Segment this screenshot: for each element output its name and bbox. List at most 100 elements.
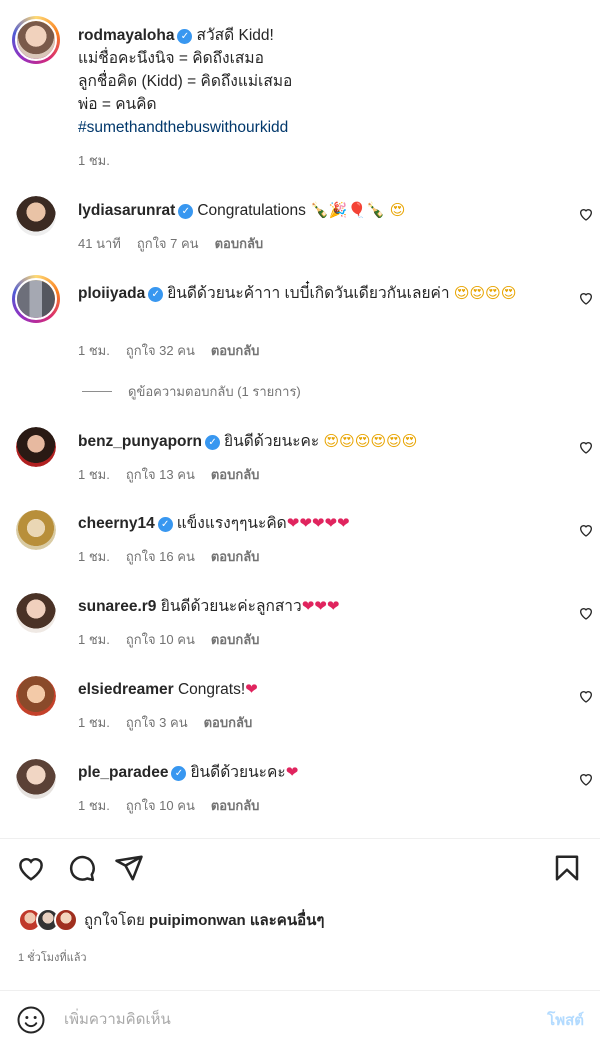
comment-likes[interactable]: ถูกใจ 16 คน: [126, 549, 195, 564]
comment-likes[interactable]: ถูกใจ 32 คน: [126, 343, 195, 358]
comment-emoji: 😍😍😍😍😍😍: [323, 432, 418, 450]
caption-time: 1 ชม.: [78, 153, 110, 168]
reply-button[interactable]: ตอบกลับ: [211, 632, 260, 647]
caption-line: สวัสดี Kidd!: [196, 27, 274, 44]
comment-text: แข็งแรงๆๆนะคิด: [176, 515, 287, 532]
comment-emoji: ❤: [245, 680, 258, 698]
comment-like-icon[interactable]: [578, 688, 594, 704]
caption-line: ลูกชื่อคิด (Kidd) = คิดถึงแม่เสมอ: [78, 73, 293, 90]
verified-icon: ✓: [171, 766, 187, 781]
avatar[interactable]: [16, 510, 56, 550]
comment-like-icon[interactable]: [578, 439, 594, 455]
caption-hashtag[interactable]: #sumethandthebuswithourkidd: [78, 119, 288, 136]
comment-username[interactable]: sunaree.r9: [78, 598, 156, 615]
liked-by-user[interactable]: puipimonwan: [149, 912, 246, 929]
avatar[interactable]: [16, 427, 56, 467]
reply-button[interactable]: ตอบกลับ: [211, 467, 260, 482]
comment-meta: 1 ชม. ถูกใจ 3 คน ตอบกลับ: [78, 712, 268, 733]
liker-avatars: [18, 906, 80, 934]
comment-username[interactable]: cheerny14: [78, 515, 155, 532]
comment-text: ยินดีด้วยนะค้าาา เบบี๋เกิดวันเดียวกันเลย…: [167, 285, 454, 302]
post-timestamp: 1 ชั่วโมงที่แล้ว: [18, 952, 87, 964]
liked-by-others[interactable]: และคนอื่นๆ: [250, 912, 325, 929]
verified-icon: ✓: [177, 29, 193, 44]
comment-emoji: 🍾🎉🎈🍾 😍: [310, 201, 406, 219]
caption-username[interactable]: rodmayaloha: [78, 27, 174, 44]
avatar[interactable]: [16, 676, 56, 716]
comment-like-icon[interactable]: [578, 605, 594, 621]
avatar[interactable]: [16, 593, 56, 633]
comment-emoji: ❤❤❤❤❤: [286, 514, 350, 532]
heart-icon[interactable]: [16, 853, 50, 887]
comment-meta: 1 ชม. ถูกใจ 16 คน ตอบกลับ: [78, 546, 275, 567]
post-caption: rodmayaloha ✓ สวัสดี Kidd! แม่ชื่อคะนึงนิจ…: [78, 24, 552, 139]
reply-button[interactable]: ตอบกลับ: [211, 798, 260, 813]
comment-time: 1 ชม.: [78, 632, 110, 647]
post-actions: [14, 853, 586, 887]
comment-likes[interactable]: ถูกใจ 13 คน: [126, 467, 195, 482]
comment-like-icon[interactable]: [578, 290, 594, 306]
comment-like-icon[interactable]: [578, 206, 594, 222]
verified-icon: ✓: [205, 435, 221, 450]
comment-like-icon[interactable]: [578, 771, 594, 787]
reply-button[interactable]: ตอบกลับ: [211, 549, 260, 564]
share-icon[interactable]: [114, 853, 148, 887]
author-avatar[interactable]: [12, 16, 60, 64]
verified-icon: ✓: [148, 287, 164, 302]
comment-meta: 1 ชม. ถูกใจ 10 คน ตอบกลับ: [78, 795, 275, 816]
comment-username[interactable]: elsiedreamer: [78, 681, 174, 698]
comment-time: 41 นาที: [78, 236, 121, 251]
caption-meta: 1 ชม.: [78, 150, 126, 171]
caption-line: พ่อ = คนคิด: [78, 96, 157, 113]
avatar[interactable]: [12, 275, 60, 323]
avatar[interactable]: [16, 759, 56, 799]
comment-emoji: ❤: [285, 763, 299, 781]
comment-input[interactable]: [64, 1007, 504, 1031]
comment-item: elsiedreamer Congrats!❤: [78, 678, 552, 701]
comment-item: benz_punyaporn ✓ ยินดีด้วยนะคะ 😍😍😍😍😍😍: [78, 430, 552, 453]
comment-likes[interactable]: ถูกใจ 10 คน: [126, 632, 195, 647]
comment-composer: โพสต์: [0, 990, 600, 1046]
comment-item: ple_paradee ✓ ยินดีด้วยนะคะ❤: [78, 761, 552, 784]
comment-text: Congratulations: [197, 202, 311, 219]
verified-icon: ✓: [178, 204, 194, 219]
avatar: [54, 908, 78, 932]
comment-meta: 41 นาที ถูกใจ 7 คน ตอบกลับ: [78, 233, 279, 254]
liked-by-prefix: ถูกใจโดย: [84, 912, 145, 929]
comment-item: lydiasarunrat ✓ Congratulations 🍾🎉🎈🍾 😍: [78, 199, 552, 222]
comment-username[interactable]: ploiiyada: [78, 285, 145, 302]
comment-time: 1 ชม.: [78, 715, 110, 730]
reply-button[interactable]: ตอบกลับ: [204, 715, 253, 730]
comment-text: ยินดีด้วยนะค่ะลูกสาว: [160, 598, 302, 615]
comment-likes[interactable]: ถูกใจ 7 คน: [137, 236, 199, 251]
avatar[interactable]: [16, 196, 56, 236]
post-button[interactable]: โพสต์: [547, 1008, 584, 1032]
emoji-icon[interactable]: [16, 1005, 46, 1035]
bookmark-icon[interactable]: [552, 853, 586, 887]
comment-item: cheerny14 ✓ แข็งแรงๆๆนะคิด❤❤❤❤❤: [78, 512, 552, 535]
likes-summary[interactable]: ถูกใจโดย puipimonwan และคนอื่นๆ: [18, 905, 324, 935]
comment-meta: 1 ชม. ถูกใจ 13 คน ตอบกลับ: [78, 464, 275, 485]
comment-icon[interactable]: [66, 853, 100, 887]
comment-item: sunaree.r9 ยินดีด้วยนะค่ะลูกสาว❤❤❤: [78, 595, 552, 618]
comment-likes[interactable]: ถูกใจ 3 คน: [126, 715, 188, 730]
comment-time: 1 ชม.: [78, 549, 110, 564]
comment-text: ยินดีด้วยนะคะ: [224, 433, 324, 450]
view-replies-label: ดูข้อความตอบกลับ (1 รายการ): [128, 384, 301, 399]
reply-button[interactable]: ตอบกลับ: [215, 236, 264, 251]
view-replies-button[interactable]: ดูข้อความตอบกลับ (1 รายการ): [82, 381, 301, 402]
replies-divider: [82, 391, 112, 392]
comment-text: ยินดีด้วยนะคะ: [190, 764, 286, 781]
caption-line: แม่ชื่อคะนึงนิจ = คิดถึงเสมอ: [78, 50, 264, 67]
comment-time: 1 ชม.: [78, 467, 110, 482]
reply-button[interactable]: ตอบกลับ: [211, 343, 260, 358]
comment-emoji: 😍😍😍😍: [453, 284, 517, 302]
comment-username[interactable]: lydiasarunrat: [78, 202, 175, 219]
comment-username[interactable]: benz_punyaporn: [78, 433, 202, 450]
comment-meta: 1 ชม. ถูกใจ 32 คน ตอบกลับ: [78, 340, 275, 361]
comment-item: ploiiyada ✓ ยินดีด้วยนะค้าาา เบบี๋เกิดวันเ…: [78, 282, 552, 305]
comment-like-icon[interactable]: [578, 522, 594, 538]
comment-username[interactable]: ple_paradee: [78, 764, 168, 781]
comment-time: 1 ชม.: [78, 798, 110, 813]
comment-likes[interactable]: ถูกใจ 10 คน: [126, 798, 195, 813]
